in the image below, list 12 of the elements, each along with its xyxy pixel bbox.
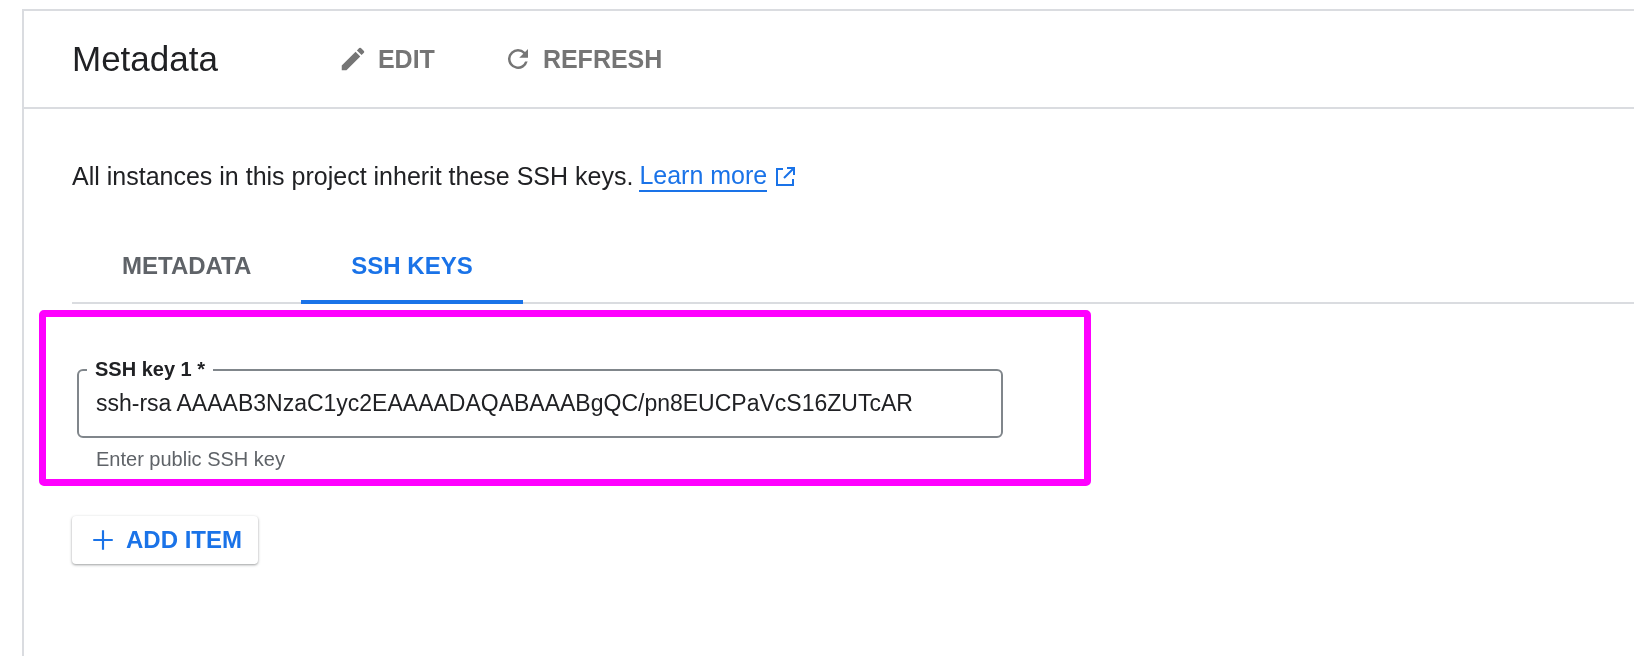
tab[interactable]: METADATA — [72, 240, 302, 304]
add-item-button[interactable]: ADD ITEM — [72, 516, 258, 564]
toolbar-button[interactable]: REFRESH — [498, 38, 667, 80]
external-link-icon — [773, 164, 798, 189]
learn-more-link[interactable]: Learn more — [639, 161, 768, 192]
field-value: ssh-rsa AAAAB3NzaC1yc2EAAAADAQABAAABgQC/pn8EUCPaVcS16ZUTcAR — [96, 390, 913, 417]
helper-text: Enter public SSH key — [95, 447, 286, 471]
plus-icon — [90, 527, 116, 553]
page-title: Metadata — [72, 39, 218, 79]
toolbar-button[interactable]: EDIT — [333, 38, 439, 80]
tab[interactable]: SSH KEYS — [301, 240, 523, 304]
description-text: All instances in this project inherit these SSH keys. — [72, 162, 634, 191]
